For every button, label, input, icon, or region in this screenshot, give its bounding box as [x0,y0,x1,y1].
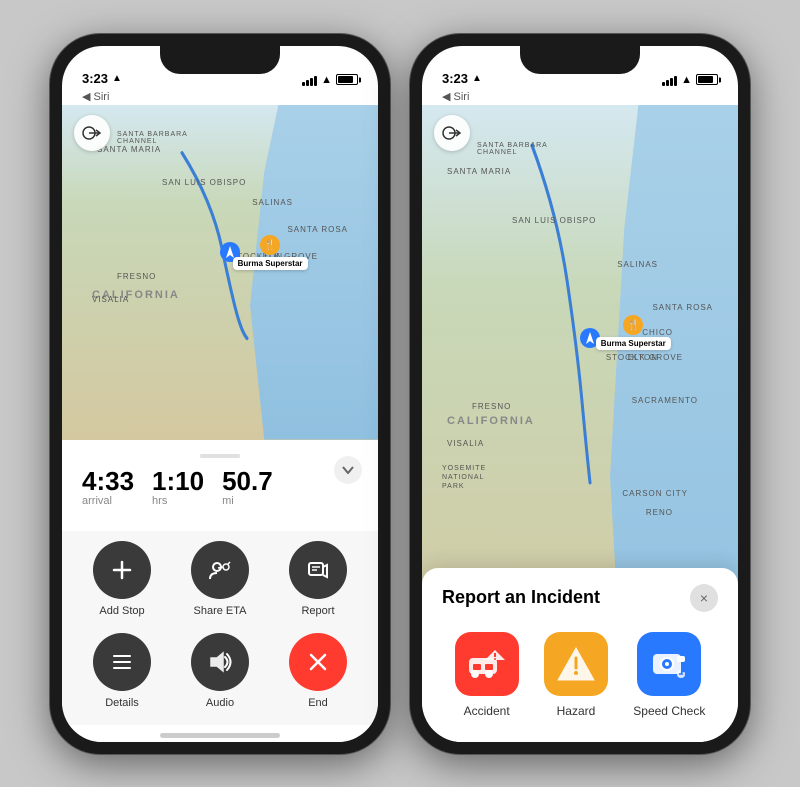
end-icon [307,651,329,673]
battery-icon [336,74,358,85]
battery-icon-2 [696,74,718,85]
hazard-option[interactable]: Hazard [544,632,608,718]
nav-panel: 4:33 arrival 1:10 hrs 50.7 mi [62,440,378,531]
wifi-icon-2: ▲ [681,74,692,86]
audio-button[interactable]: Audio [176,633,264,709]
end-button[interactable]: End [274,633,362,709]
back-icon-2 [442,126,462,140]
destination-pin-1: 🍴 Burma Superstar [233,235,308,270]
signal-icon [302,74,317,86]
report-header: Report an Incident × [442,584,718,612]
notch-2 [520,46,640,74]
speed-check-icon [649,646,689,682]
wifi-icon: ▲ [321,74,332,86]
share-eta-button[interactable]: Share ETA [176,541,264,617]
phone-2: 3:23 ▲ ▲ ◀ Siri [410,34,750,754]
time-1: 3:23 ▲ [82,71,122,86]
hrs-stat: 1:10 hrs [152,468,204,507]
status-icons-2: ▲ [662,74,718,86]
siri-label-2: ◀ Siri [422,90,738,105]
action-grid: Add Stop Share ETA [62,531,378,725]
back-button-1[interactable] [74,115,110,151]
close-modal-button[interactable]: × [690,584,718,612]
audio-icon [208,651,232,673]
add-stop-button[interactable]: Add Stop [78,541,166,617]
home-indicator-1 [62,725,378,742]
arrival-stat: 4:33 arrival [82,468,134,507]
phone-1: 3:23 ▲ ▲ ◀ Siri [50,34,390,754]
signal-icon-2 [662,74,677,86]
siri-label-1: ◀ Siri [62,90,378,105]
map-area-1[interactable]: CALIFORNIA Santa Maria Santa BarbaraChan… [62,105,378,440]
report-options: Accident Hazard [442,632,718,718]
expand-button[interactable] [334,456,362,484]
accident-icon [467,646,507,682]
share-eta-icon [208,559,232,581]
plus-icon [111,559,133,581]
status-icons-1: ▲ [302,74,358,86]
accident-option[interactable]: Accident [455,632,519,718]
report-icon [307,559,329,581]
destination-pin-2: 🍴 Burma Superstar [596,315,671,350]
hazard-icon [556,646,596,682]
nav-stats: 4:33 arrival 1:10 hrs 50.7 mi [82,468,358,507]
notch [160,46,280,74]
back-button-2[interactable] [434,115,470,151]
report-button[interactable]: Report [274,541,362,617]
back-icon-1 [82,126,102,140]
details-button[interactable]: Details [78,633,166,709]
route-svg-1 [62,105,378,440]
details-icon [111,651,133,673]
report-modal: Report an Incident × [422,568,738,742]
time-2: 3:23 ▲ [442,71,482,86]
speed-check-option[interactable]: Speed Check [633,632,705,718]
distance-stat: 50.7 mi [222,468,273,507]
chevron-down-icon [342,466,354,474]
